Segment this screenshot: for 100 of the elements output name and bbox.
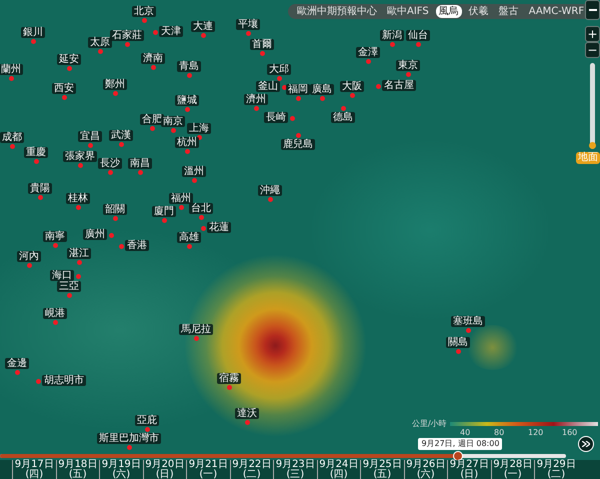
city-label: 金澤 [356,47,380,58]
city-marker [466,328,470,332]
city-marker [296,96,300,100]
city-label: 濟南 [141,53,165,64]
city-marker [246,30,250,36]
city-label: 福州 [169,193,193,204]
timeline-day[interactable]: 9月29日 (二) [534,460,578,479]
city-marker [144,426,150,432]
city-label: 廣島 [310,84,334,95]
city-label: 花蓮 [207,222,231,233]
model-tab[interactable]: 歐中AIFS [384,5,432,18]
city-marker [162,218,166,222]
timeline-handle[interactable] [453,451,464,461]
toolbar-button[interactable] [585,0,600,20]
city-marker [14,370,20,374]
city-label: 鹿兒島 [281,139,315,150]
city-marker [152,30,158,34]
city-marker [390,42,394,46]
city-label: 湛江 [67,248,91,259]
city-label: 鄭州 [103,79,127,90]
city-label: 大連 [191,21,215,32]
city-label: 鹽城 [175,95,199,106]
city-label: 斯里巴加灣市 [97,433,161,444]
city-label: 武漢 [109,130,133,141]
city-marker [52,242,58,248]
model-tab[interactable]: AAMC-WRF [526,5,588,18]
city-label: 貴陽 [28,183,52,194]
model-tab[interactable]: 伏羲 [466,5,492,18]
city-marker [30,38,36,44]
timeline-day[interactable]: 9月28日 (一) [490,460,534,479]
city-marker [76,274,80,278]
fast-forward-button[interactable] [578,436,594,452]
city-label: 宜昌 [78,131,102,142]
city-label: 新潟 [380,30,404,41]
city-marker [36,378,40,384]
altitude-slider-thumb[interactable] [589,142,596,149]
city-label: 重慶 [24,147,48,158]
city-label: 塞班島 [451,316,485,327]
model-tab[interactable]: 歐洲中期預報中心 [294,5,380,18]
city-marker [184,106,190,112]
city-marker [244,420,250,424]
city-label: 西安 [52,83,76,94]
city-label: 張家界 [63,151,97,162]
city-marker [186,72,192,78]
fast-forward-icon [582,441,590,447]
city-marker [126,444,132,450]
city-label: 南寧 [43,231,67,242]
city-marker [108,232,114,238]
city-marker [184,148,190,154]
timeline-day[interactable]: 9月24日 (四) [316,460,360,479]
model-tab[interactable]: 盤古 [496,5,522,18]
timeline-day[interactable]: 9月25日 (五) [360,460,404,479]
city-marker [66,292,72,298]
city-label: 廣州 [83,229,107,240]
city-label: 南昌 [128,158,152,169]
timeline-day[interactable]: 9月26日 (六) [404,460,447,479]
city-marker [260,50,264,56]
city-marker [142,18,146,22]
city-label: 首爾 [250,39,274,50]
city-marker [34,158,38,164]
city-marker [226,384,232,390]
timeline-day[interactable]: 9月20日 (日) [142,460,186,479]
city-marker [8,76,14,80]
city-label: 延安 [57,54,81,65]
city-label: 名古屋 [382,80,416,91]
city-label: 仙台 [406,30,430,41]
model-tab[interactable]: 風烏 [436,5,462,18]
city-label: 成都 [0,132,24,143]
city-label: 濟州 [244,94,268,105]
city-marker [118,244,124,248]
city-marker [416,42,420,46]
timeline-day[interactable]: 9月17日 (四) [12,460,56,479]
timeline-day[interactable]: 9月23日 (三) [273,460,316,479]
city-label: 合肥 [140,114,164,125]
city-label: 長崎 [264,112,288,123]
city-marker [112,216,118,220]
timeline-day[interactable]: 9月19日 (六) [99,460,142,479]
city-marker [178,204,184,210]
city-label: 桂林 [66,193,90,204]
city-label: 銀川 [21,27,45,38]
city-label: 大阪 [340,81,364,92]
city-label: 關島 [446,337,470,348]
timeline-day[interactable]: 9月22日 (二) [230,460,273,479]
city-marker [276,76,282,80]
city-marker [26,262,32,268]
city-label: 胡志明市 [42,375,86,386]
city-marker [124,42,130,46]
city-label: 東京 [396,60,420,71]
city-label: 峴港 [43,308,67,319]
timeline-day[interactable]: 9月18日 (五) [56,460,99,479]
legend-tick: 120 [528,428,544,437]
zoom-out-button[interactable]: − [585,42,600,58]
city-marker [66,66,72,70]
city-marker [112,90,118,96]
timeline-day[interactable]: 9月21日 (一) [186,460,230,479]
city-marker [406,72,410,76]
zoom-in-button[interactable]: + [585,26,600,42]
timeline-day[interactable]: 9月27日 (日) [447,460,490,479]
city-label: 福岡 [286,84,310,95]
city-marker [350,92,354,98]
